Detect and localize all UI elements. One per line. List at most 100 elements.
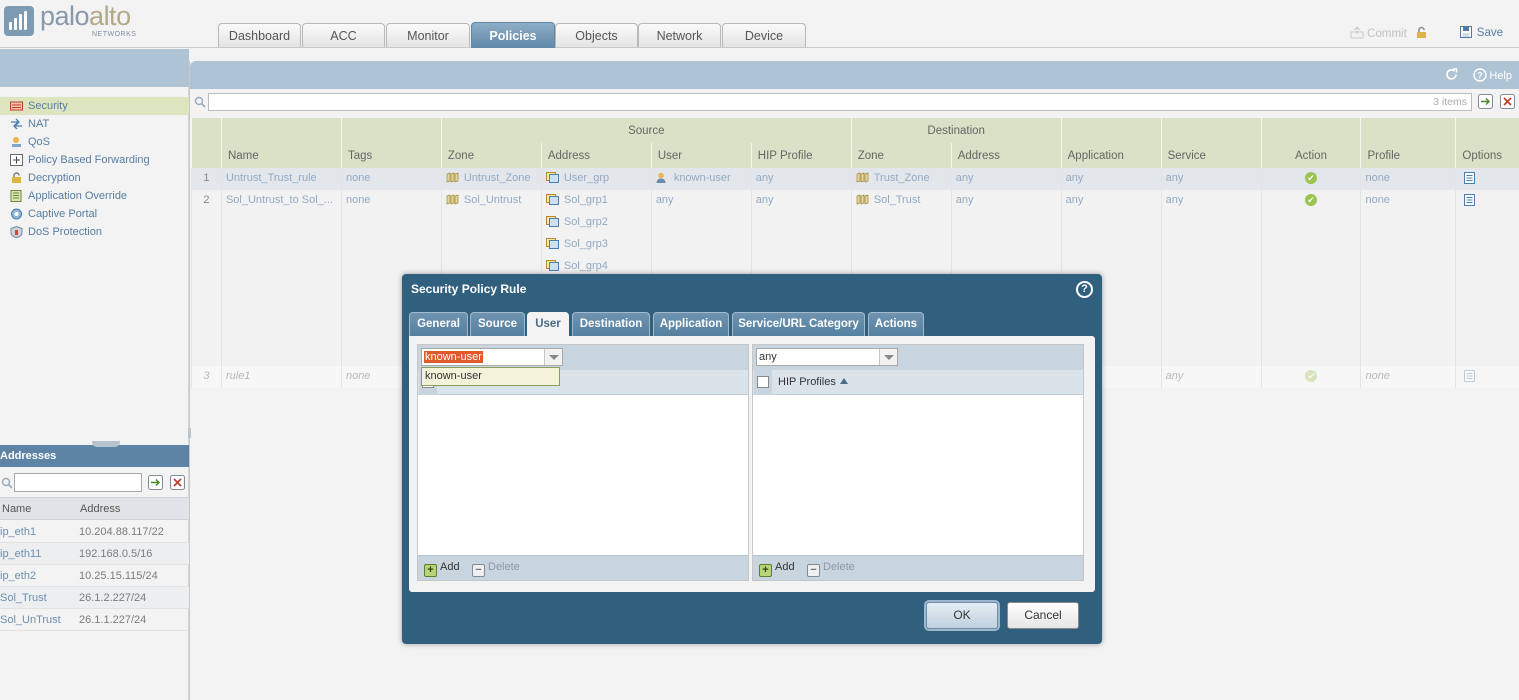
logo-text: paloalto [40, 1, 131, 31]
refresh-icon[interactable] [1445, 68, 1458, 81]
col-service-header[interactable]: Service [1160, 143, 1262, 168]
chevron-down-icon[interactable] [879, 349, 897, 365]
col-num-header [191, 143, 222, 168]
tab-user[interactable]: User [527, 312, 569, 337]
sidebar-item-nat[interactable]: NAT [0, 115, 189, 133]
document-icon [1464, 370, 1476, 382]
clear-filter-icon[interactable] [1500, 94, 1515, 109]
col-tags-header[interactable]: Tags [340, 143, 442, 168]
sidebar-item-label: Captive Portal [28, 208, 98, 220]
delete-hip-button[interactable]: − Delete [807, 561, 855, 577]
top-bar: paloalto NETWORKS Dashboard ACC Monitor … [0, 0, 1519, 48]
col-address-header[interactable]: Address [80, 498, 120, 520]
help-link[interactable]: ? Help [1473, 68, 1512, 82]
source-user-combo[interactable]: known-user [421, 348, 563, 366]
tab-source[interactable]: Source [470, 312, 525, 336]
col-name-header[interactable]: Name [2, 498, 31, 520]
address-group-icon [545, 260, 559, 271]
rule-tags: none [340, 168, 442, 190]
group-header-row: Source Destination [191, 118, 1519, 143]
apply-filter-icon[interactable] [1478, 94, 1493, 109]
hip-profiles-combo[interactable]: any [756, 348, 898, 366]
rule-src-zone: Untrust_Zone [440, 168, 542, 190]
col-application-header[interactable]: Application [1060, 143, 1162, 168]
apply-filter-icon[interactable] [148, 475, 163, 490]
tab-objects[interactable]: Objects [555, 23, 638, 47]
help-icon[interactable]: ? [1076, 281, 1093, 298]
tab-destination[interactable]: Destination [572, 312, 650, 336]
sidebar-item-label: Policy Based Forwarding [28, 154, 150, 166]
sidebar-item-captive-portal[interactable]: Captive Portal [0, 205, 189, 223]
sidebar-item-dos[interactable]: DoS Protection [0, 223, 189, 241]
search-icon [1, 477, 13, 489]
add-hip-button[interactable]: + Add [759, 561, 795, 577]
sidebar-item-pbf[interactable]: Policy Based Forwarding [0, 151, 189, 169]
addresses-filter-input[interactable] [14, 473, 142, 492]
list-item[interactable]: ip_eth11 192.168.0.5/16 [0, 543, 189, 565]
commit-icon [1350, 26, 1364, 39]
chevron-down-icon[interactable] [544, 349, 562, 365]
commit-button[interactable]: Commit [1350, 26, 1427, 40]
col-user-header[interactable]: User [650, 143, 752, 168]
delete-user-button[interactable]: − Delete [472, 561, 520, 577]
hip-profiles-column[interactable]: HIP Profiles [778, 376, 848, 388]
tab-actions[interactable]: Actions [868, 312, 924, 336]
tab-general[interactable]: General [409, 312, 468, 336]
rule-options[interactable] [1455, 366, 1519, 388]
sidebar-item-security[interactable]: Security [0, 97, 189, 115]
tab-service-url-category[interactable]: Service/URL Category [732, 312, 865, 336]
col-name-header[interactable]: Name [220, 143, 342, 168]
rule-service: any [1160, 190, 1262, 366]
rule-options[interactable] [1455, 168, 1519, 190]
rule-name[interactable]: rule1 [220, 366, 342, 388]
col-dst-address-header[interactable]: Address [950, 143, 1062, 168]
add-user-button[interactable]: + Add [424, 561, 460, 577]
source-user-panel: known-user known-user + Add − Delete [417, 344, 749, 581]
col-src-address-header[interactable]: Address [540, 143, 652, 168]
rule-hip: any [750, 168, 852, 190]
col-options-header[interactable]: Options [1455, 143, 1519, 168]
tab-device[interactable]: Device [722, 23, 806, 47]
rules-filter-input[interactable]: 3 items [208, 93, 1472, 111]
col-hip-header[interactable]: HIP Profile [750, 143, 852, 168]
tab-dashboard[interactable]: Dashboard [218, 23, 301, 47]
rule-name[interactable]: Sol_Untrust_to Sol_... [220, 190, 342, 366]
col-profile-header[interactable]: Profile [1360, 143, 1456, 168]
sidebar-item-decryption[interactable]: Decryption [0, 169, 189, 187]
tab-monitor[interactable]: Monitor [386, 23, 470, 47]
tab-policies[interactable]: Policies [471, 22, 555, 48]
cancel-button[interactable]: Cancel [1007, 602, 1079, 629]
allow-icon: ✔ [1304, 370, 1317, 382]
zone-icon [856, 172, 869, 183]
list-item[interactable]: ip_eth2 10.25.15.115/24 [0, 565, 189, 587]
tab-network[interactable]: Network [638, 23, 721, 47]
col-action-header[interactable]: Action [1260, 143, 1361, 168]
tab-application[interactable]: Application [653, 312, 729, 336]
sidebar-item-app-override[interactable]: Application Override [0, 187, 189, 205]
rule-action: ✔ [1260, 168, 1361, 190]
list-item[interactable]: Sol_Trust 26.1.2.227/24 [0, 587, 189, 609]
list-item[interactable]: ip_eth1 10.204.88.117/22 [0, 521, 189, 543]
save-button[interactable]: Save [1459, 26, 1503, 39]
tab-acc[interactable]: ACC [302, 23, 385, 47]
sidebar-item-qos[interactable]: QoS [0, 133, 189, 151]
rule-dst-address: any [950, 168, 1062, 190]
col-dst-zone-header[interactable]: Zone [850, 143, 952, 168]
clear-filter-icon[interactable] [170, 475, 185, 490]
address-group-icon [545, 216, 559, 227]
address-group-icon [545, 194, 559, 205]
rule-name[interactable]: Untrust_Trust_rule [220, 168, 342, 190]
security-policy-rule-dialog: Security Policy Rule ? General Source Us… [402, 274, 1102, 644]
panel-splitter[interactable] [92, 441, 120, 447]
rule-service: any [1160, 366, 1262, 388]
ok-button[interactable]: OK [926, 602, 998, 629]
select-all-checkbox[interactable] [754, 370, 772, 395]
col-src-zone-header[interactable]: Zone [440, 143, 542, 168]
security-rules-icon [10, 101, 23, 111]
sidebar-collapse-handle[interactable] [188, 428, 191, 438]
commit-label: Commit [1367, 28, 1407, 40]
rule-options[interactable] [1455, 190, 1519, 366]
table-row[interactable]: 1 Untrust_Trust_rule none Untrust_Zone U… [191, 168, 1519, 190]
source-user-dropdown-option[interactable]: known-user [421, 367, 560, 386]
list-item[interactable]: Sol_UnTrust 26.1.1.227/24 [0, 609, 189, 631]
